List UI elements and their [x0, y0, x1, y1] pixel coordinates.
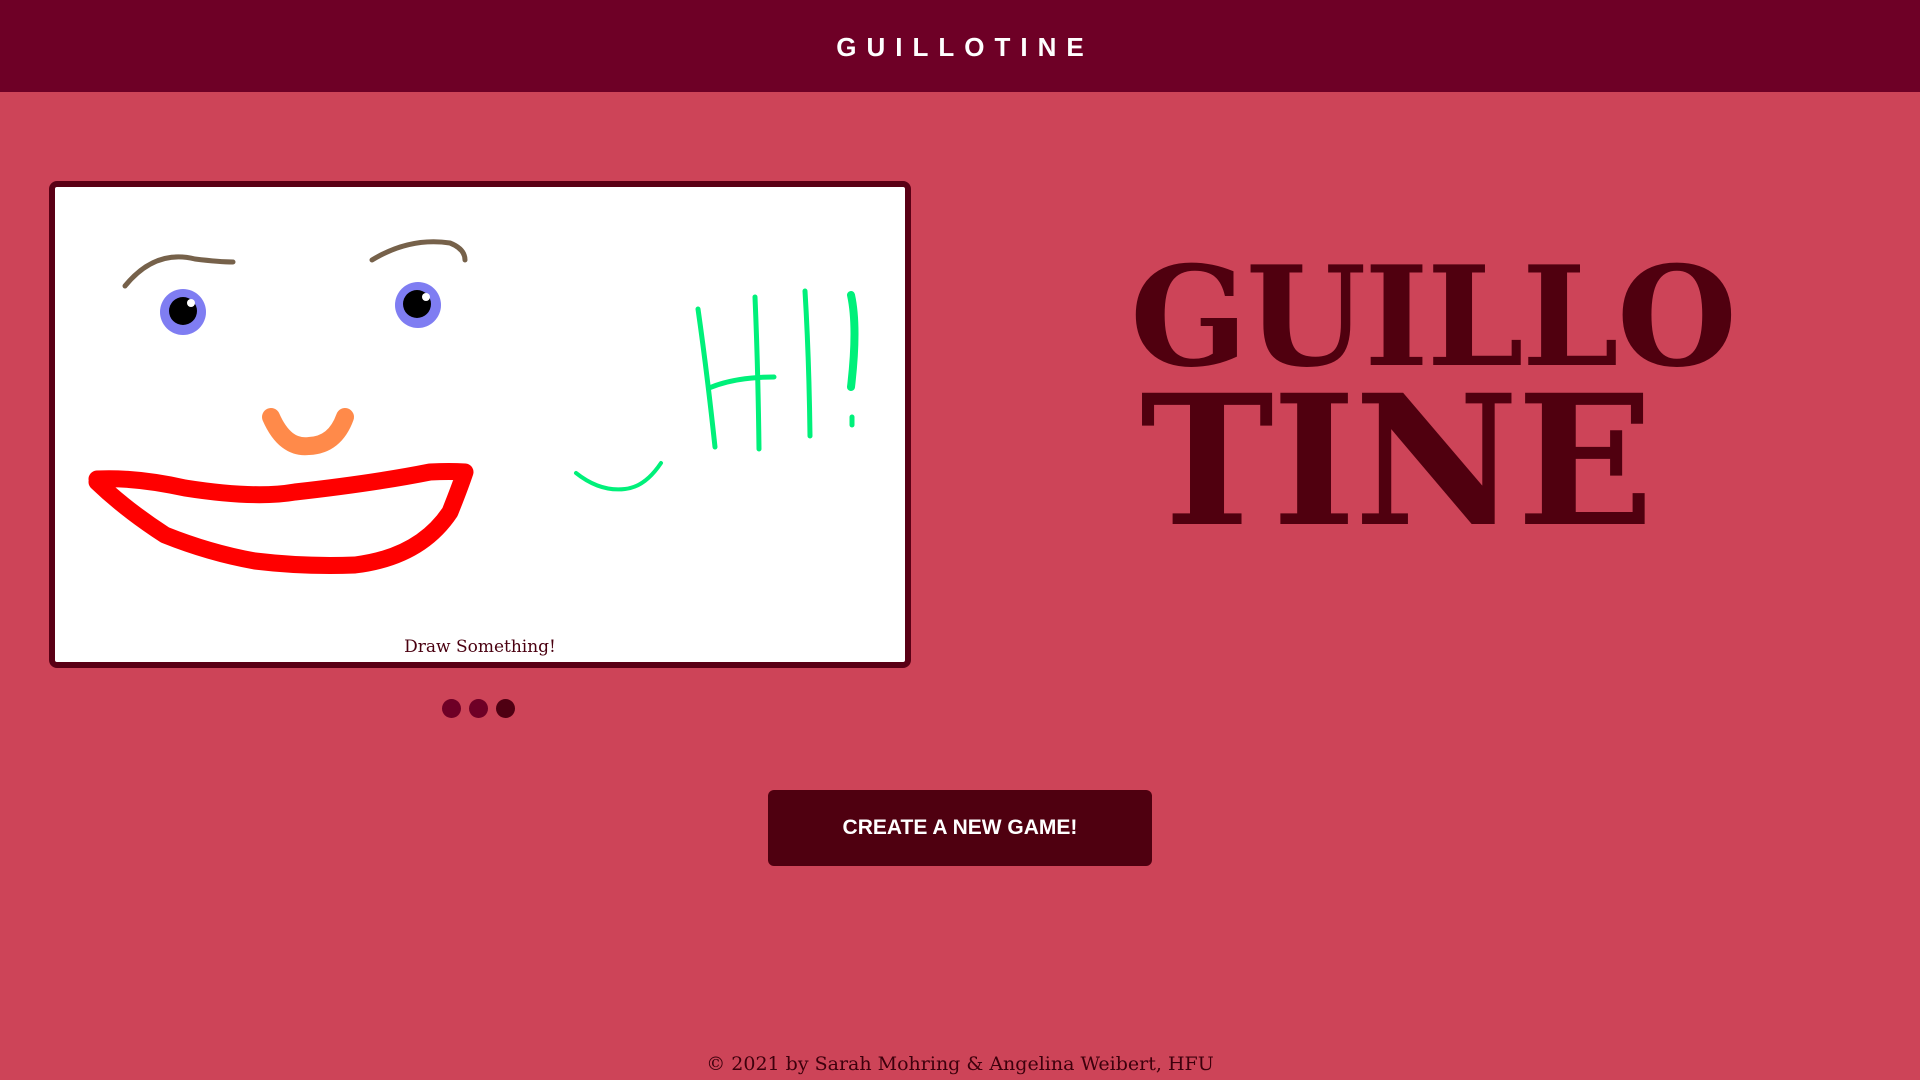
letter-h-bar [706, 374, 777, 391]
mouth-stroke [88, 463, 474, 574]
nose-stroke [262, 408, 354, 456]
drawing-canvas[interactable]: Draw Something! [49, 181, 911, 668]
drawing-sketch [88, 239, 859, 574]
site-title[interactable]: GUILLOTINE [0, 0, 1920, 92]
letter-h-left [695, 306, 718, 450]
smile-stroke [574, 461, 663, 492]
letter-h-right [752, 294, 762, 452]
left-eyebrow [122, 254, 236, 289]
carousel-dot-3[interactable] [496, 699, 515, 718]
right-eyebrow [369, 239, 468, 263]
carousel-dots [442, 699, 515, 719]
footer-copyright: © 2021 by Sarah Mohring & Angelina Weibe… [706, 1053, 1214, 1075]
carousel-dot-2[interactable] [469, 699, 488, 718]
create-new-game-button[interactable]: CREATE A NEW GAME! [768, 790, 1152, 866]
logo-line-2: TINE [1140, 356, 1654, 567]
carousel-dot-1[interactable] [442, 699, 461, 718]
letter-i [802, 288, 813, 439]
header-bar: GUILLOTINE [0, 0, 1920, 92]
canvas-caption: Draw Something! [404, 637, 556, 657]
guillotine-logo: GUILLO TINE [1130, 248, 1750, 567]
exclamation-mark [847, 291, 859, 391]
right-eye [395, 282, 441, 328]
left-eye [160, 289, 206, 335]
